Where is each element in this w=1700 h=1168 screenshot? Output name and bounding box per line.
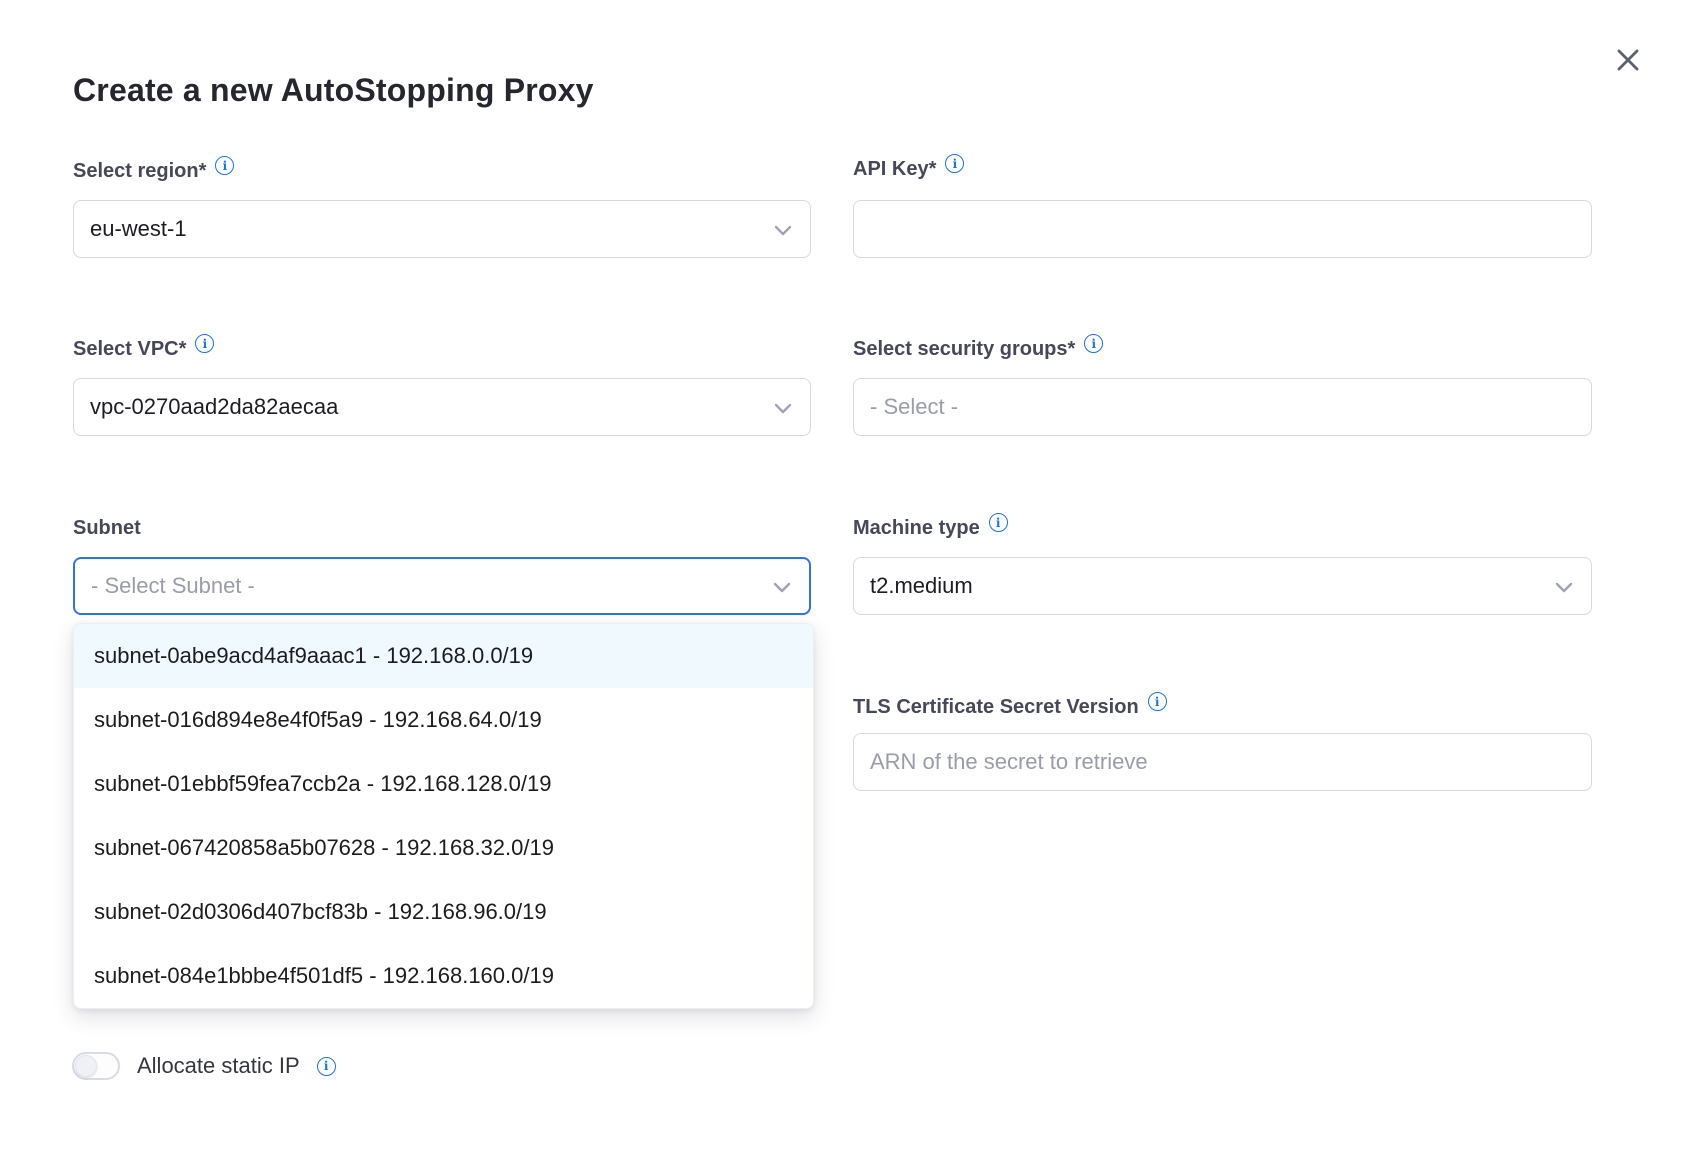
- chevron-down-icon: [774, 216, 792, 242]
- subnet-dropdown-panel: subnet-0abe9acd4af9aaac1 - 192.168.0.0/1…: [73, 623, 814, 1009]
- vpc-label-row: Select VPC* i: [73, 338, 214, 360]
- tls-secret-label-row: TLS Certificate Secret Version i: [853, 696, 1167, 718]
- info-icon[interactable]: i: [989, 513, 1008, 532]
- create-autostopping-proxy-dialog: Create a new AutoStopping Proxy Select r…: [0, 0, 1700, 1168]
- info-icon[interactable]: i: [1148, 692, 1167, 711]
- security-groups-label: Select security groups*: [853, 338, 1075, 360]
- close-button[interactable]: [1608, 40, 1648, 80]
- subnet-label-row: Subnet: [73, 517, 141, 539]
- tls-secret-label: TLS Certificate Secret Version: [853, 696, 1139, 718]
- api-key-label: API Key*: [853, 158, 936, 180]
- info-icon[interactable]: i: [215, 156, 234, 175]
- chevron-down-icon: [773, 573, 791, 599]
- vpc-select[interactable]: vpc-0270aad2da82aecaa: [73, 378, 811, 436]
- api-key-label-row: API Key* i: [853, 158, 964, 180]
- subnet-option[interactable]: subnet-084e1bbbe4f501df5 - 192.168.160.0…: [74, 944, 813, 1008]
- toggle-knob: [75, 1055, 97, 1077]
- machine-type-select[interactable]: t2.medium: [853, 557, 1592, 615]
- info-icon[interactable]: i: [1084, 334, 1103, 353]
- machine-type-label: Machine type: [853, 517, 980, 539]
- region-select-value: eu-west-1: [90, 216, 187, 242]
- page-title: Create a new AutoStopping Proxy: [73, 72, 594, 109]
- subnet-option[interactable]: subnet-0abe9acd4af9aaac1 - 192.168.0.0/1…: [74, 624, 813, 688]
- tls-secret-input[interactable]: [853, 733, 1592, 791]
- security-groups-label-row: Select security groups* i: [853, 338, 1103, 360]
- subnet-option[interactable]: subnet-067420858a5b07628 - 192.168.32.0/…: [74, 816, 813, 880]
- close-icon: [1615, 47, 1641, 73]
- subnet-select[interactable]: - Select Subnet -: [73, 557, 811, 615]
- chevron-down-icon: [774, 394, 792, 420]
- chevron-down-icon: [1555, 573, 1573, 599]
- subnet-placeholder: - Select Subnet -: [91, 573, 255, 599]
- machine-type-value: t2.medium: [870, 573, 973, 599]
- info-icon[interactable]: i: [195, 334, 214, 353]
- api-key-input[interactable]: [853, 200, 1592, 258]
- subnet-label: Subnet: [73, 517, 141, 539]
- machine-type-label-row: Machine type i: [853, 517, 1008, 539]
- region-label-row: Select region* i: [73, 160, 234, 182]
- subnet-option[interactable]: subnet-01ebbf59fea7ccb2a - 192.168.128.0…: [74, 752, 813, 816]
- vpc-label: Select VPC*: [73, 338, 186, 360]
- allocate-static-ip-toggle[interactable]: [72, 1052, 120, 1080]
- info-icon[interactable]: i: [945, 154, 964, 173]
- vpc-select-value: vpc-0270aad2da82aecaa: [90, 394, 338, 420]
- info-icon[interactable]: i: [317, 1057, 336, 1076]
- subnet-option[interactable]: subnet-016d894e8e4f0f5a9 - 192.168.64.0/…: [74, 688, 813, 752]
- security-groups-select[interactable]: - Select -: [853, 378, 1592, 436]
- region-select[interactable]: eu-west-1: [73, 200, 811, 258]
- allocate-static-ip-label: Allocate static IP: [137, 1053, 300, 1079]
- region-label: Select region*: [73, 160, 206, 182]
- subnet-option[interactable]: subnet-02d0306d407bcf83b - 192.168.96.0/…: [74, 880, 813, 944]
- allocate-static-ip-row: Allocate static IP i: [72, 1052, 336, 1080]
- security-groups-placeholder: - Select -: [870, 394, 958, 420]
